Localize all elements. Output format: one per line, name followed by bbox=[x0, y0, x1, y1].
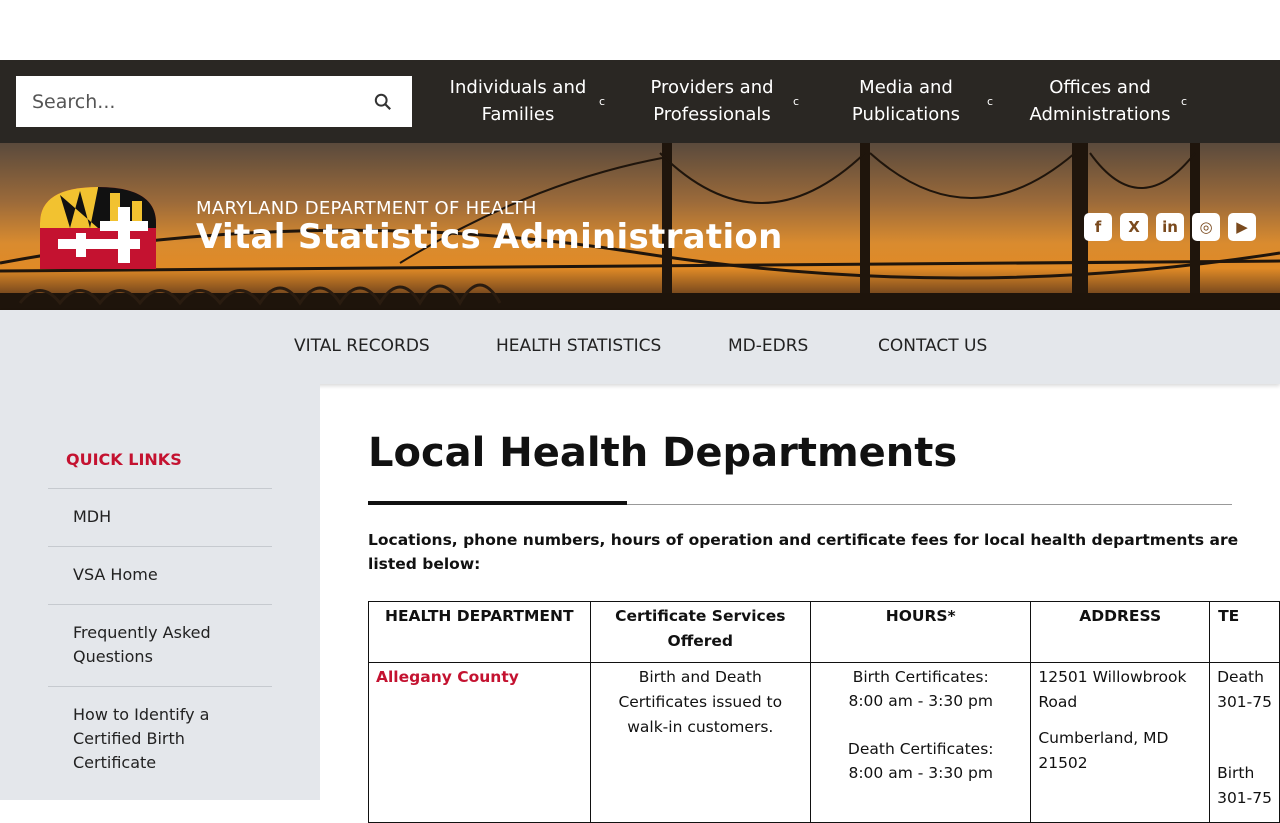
title-divider-accent bbox=[368, 501, 627, 505]
chevron-down-icon[interactable]: c bbox=[987, 95, 993, 108]
subnav-md-edrs[interactable]: MD-EDRS bbox=[728, 336, 808, 356]
linkedin-icon[interactable]: in bbox=[1156, 213, 1184, 241]
services-cell: Birth and Death Certificates issued to w… bbox=[589, 662, 812, 823]
nav-individuals-families[interactable]: Individuals and Families bbox=[428, 74, 608, 128]
address-cell: 12501 Willowbrook Road Cumberland, MD 21… bbox=[1030, 662, 1211, 823]
header-banner: MARYLAND DEPARTMENT OF HEALTH Vital Stat… bbox=[0, 143, 1280, 310]
chevron-down-icon[interactable]: c bbox=[793, 95, 799, 108]
site-title[interactable]: Vital Statistics Administration bbox=[196, 217, 783, 257]
quick-links-title: QUICK LINKS bbox=[66, 450, 182, 469]
nav-label: Media and bbox=[859, 77, 953, 98]
nav-label: Administrations bbox=[1029, 104, 1171, 125]
column-header: TE bbox=[1209, 601, 1280, 663]
quick-links-list: MDH VSA Home Frequently Asked Questions … bbox=[48, 488, 272, 792]
department-link[interactable]: Allegany County bbox=[376, 668, 519, 686]
hours-cell: Birth Certificates: 8:00 am - 3:30 pm De… bbox=[810, 662, 1032, 823]
column-header: ADDRESS bbox=[1030, 601, 1211, 663]
facebook-icon[interactable]: f bbox=[1084, 213, 1112, 241]
subnav-vital-records[interactable]: VITAL RECORDS bbox=[294, 336, 430, 356]
social-links: f X in ◎ ▶ bbox=[1084, 213, 1256, 241]
nav-label: Professionals bbox=[653, 104, 771, 125]
phone-label: Birth bbox=[1217, 764, 1255, 782]
phone-number: 301-75 bbox=[1217, 693, 1272, 711]
column-header: HOURS* bbox=[810, 601, 1032, 663]
intro-text: Locations, phone numbers, hours of opera… bbox=[368, 531, 1239, 573]
phone-label: Death bbox=[1217, 668, 1264, 686]
address-street: 12501 Willowbrook Road bbox=[1038, 668, 1187, 711]
x-icon[interactable]: X bbox=[1120, 213, 1148, 241]
hours-value: 8:00 am - 3:30 pm bbox=[848, 692, 993, 710]
page-title: Local Health Departments bbox=[368, 430, 958, 476]
nav-label: Families bbox=[481, 104, 555, 125]
nav-media-publications[interactable]: Media and Publications bbox=[816, 74, 996, 128]
column-header: HEALTH DEPARTMENT bbox=[368, 601, 591, 663]
top-blank-strip bbox=[0, 0, 1280, 60]
chevron-down-icon[interactable]: c bbox=[599, 95, 605, 108]
search-box bbox=[16, 76, 412, 127]
nav-providers-professionals[interactable]: Providers and Professionals bbox=[622, 74, 802, 128]
table-row: Allegany County Birth and Death Certific… bbox=[368, 662, 1280, 823]
address-city: Cumberland, MD 21502 bbox=[1038, 729, 1169, 772]
sidebar: QUICK LINKS MDH VSA Home Frequently Aske… bbox=[0, 384, 320, 800]
health-departments-table: HEALTH DEPARTMENT Certificate Services O… bbox=[368, 601, 1280, 823]
department-name: MARYLAND DEPARTMENT OF HEALTH bbox=[196, 198, 537, 219]
youtube-icon[interactable]: ▶ bbox=[1228, 213, 1256, 241]
hours-value: 8:00 am - 3:30 pm bbox=[848, 764, 993, 782]
chevron-down-icon[interactable]: c bbox=[1181, 95, 1187, 108]
subnav-health-statistics[interactable]: HEALTH STATISTICS bbox=[496, 336, 661, 356]
department-cell: Allegany County bbox=[368, 662, 591, 823]
nav-label: Offices and bbox=[1049, 77, 1151, 98]
top-bar: Individuals and Families c Providers and… bbox=[0, 60, 1280, 143]
nav-label: Individuals and bbox=[449, 77, 587, 98]
secondary-nav: VITAL RECORDS HEALTH STATISTICS MD-EDRS … bbox=[0, 310, 1280, 384]
subnav-contact-us[interactable]: CONTACT US bbox=[878, 336, 987, 356]
hours-label: Death Certificates: bbox=[847, 740, 994, 758]
table-header-row: HEALTH DEPARTMENT Certificate Services O… bbox=[368, 601, 1280, 663]
phone-number: 301-75 bbox=[1217, 789, 1272, 807]
hours-label: Birth Certificates: bbox=[852, 668, 989, 686]
search-input[interactable] bbox=[16, 76, 346, 127]
sidebar-item-identify-birth-certificate[interactable]: How to Identify a Certified Birth Certif… bbox=[48, 686, 272, 792]
sidebar-item-mdh[interactable]: MDH bbox=[48, 488, 272, 546]
sidebar-item-vsa-home[interactable]: VSA Home bbox=[48, 546, 272, 604]
phone-cell: Death 301-75 Birth 301-75 bbox=[1209, 662, 1280, 823]
search-icon[interactable] bbox=[374, 93, 392, 111]
sidebar-item-faq[interactable]: Frequently Asked Questions bbox=[48, 604, 272, 686]
maryland-flag-logo bbox=[40, 187, 156, 269]
nav-label: Publications bbox=[851, 104, 961, 125]
nav-offices-administrations[interactable]: Offices and Administrations bbox=[1010, 74, 1190, 128]
nav-label: Providers and bbox=[650, 77, 774, 98]
instagram-icon[interactable]: ◎ bbox=[1192, 213, 1220, 241]
main-content: Local Health Departments Locations, phon… bbox=[320, 384, 1280, 823]
column-header: Certificate Services Offered bbox=[589, 601, 812, 663]
